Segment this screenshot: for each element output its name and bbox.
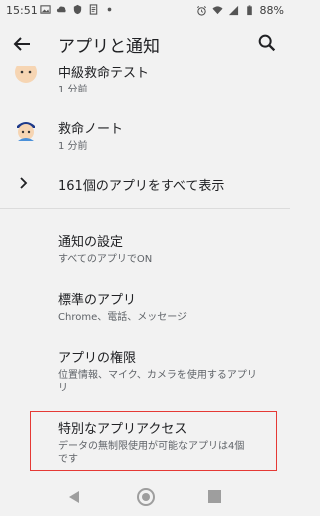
app-bar: アプリと通知 (0, 22, 290, 66)
divider (0, 208, 290, 209)
notification-settings-row[interactable]: 通知の設定 すべてのアプリでON (0, 225, 290, 275)
row-subtitle-continued: リ (58, 383, 68, 394)
app-icon (15, 66, 37, 83)
back-arrow-icon[interactable] (10, 32, 34, 56)
row-subtitle: Chrome、電話、メッセージ (58, 312, 188, 323)
row-title: 標準のアプリ (58, 293, 137, 308)
signal-icon (228, 5, 238, 16)
chevron-right-icon (20, 177, 28, 189)
battery-percent: 88% (259, 4, 284, 17)
document-icon (89, 4, 98, 15)
wifi-icon (212, 6, 223, 15)
row-subtitle: すべてのアプリでON (58, 254, 153, 265)
app-name: 中級救命テスト (58, 66, 150, 81)
nav-recents-icon[interactable] (207, 489, 222, 504)
cloud-icon (56, 6, 66, 13)
nav-home-icon[interactable] (136, 487, 156, 507)
default-apps-row[interactable]: 標準のアプリ Chrome、電話、メッセージ (0, 283, 290, 333)
see-all-apps-row[interactable]: 161個のアプリをすべて表示 (0, 166, 290, 202)
status-time: 15:51 (6, 4, 38, 17)
notification-icons (40, 4, 115, 15)
nav-back-icon[interactable] (66, 489, 82, 505)
navigation-bar (0, 480, 290, 516)
row-title: アプリの権限 (58, 351, 137, 366)
status-bar: 15:51 88% (0, 0, 290, 22)
search-icon[interactable] (256, 32, 278, 54)
app-last-used: 1 分前 (58, 85, 88, 92)
alarm-icon (196, 5, 206, 16)
row-title: 通知の設定 (58, 235, 124, 250)
dot-icon (107, 7, 112, 12)
row-subtitle: 位置情報、マイク、カメラを使用するアプリ (58, 370, 257, 381)
recent-app-item[interactable]: 中級救命テスト 1 分前 (0, 66, 290, 92)
page-title: アプリと通知 (58, 37, 160, 57)
see-all-apps-label: 161個のアプリをすべて表示 (58, 179, 225, 194)
recent-app-item[interactable]: 救命ノート 1 分前 (0, 110, 290, 154)
highlight-box (30, 411, 277, 471)
app-icon (17, 122, 35, 141)
app-name: 救命ノート (58, 122, 124, 137)
battery-icon (246, 5, 252, 16)
app-last-used: 1 分前 (58, 141, 88, 152)
app-permissions-row[interactable]: アプリの権限 位置情報、マイク、カメラを使用するアプリ リ (0, 341, 290, 403)
shield-icon (73, 4, 82, 15)
image-icon (40, 5, 51, 14)
system-icons: 88% (196, 4, 284, 17)
